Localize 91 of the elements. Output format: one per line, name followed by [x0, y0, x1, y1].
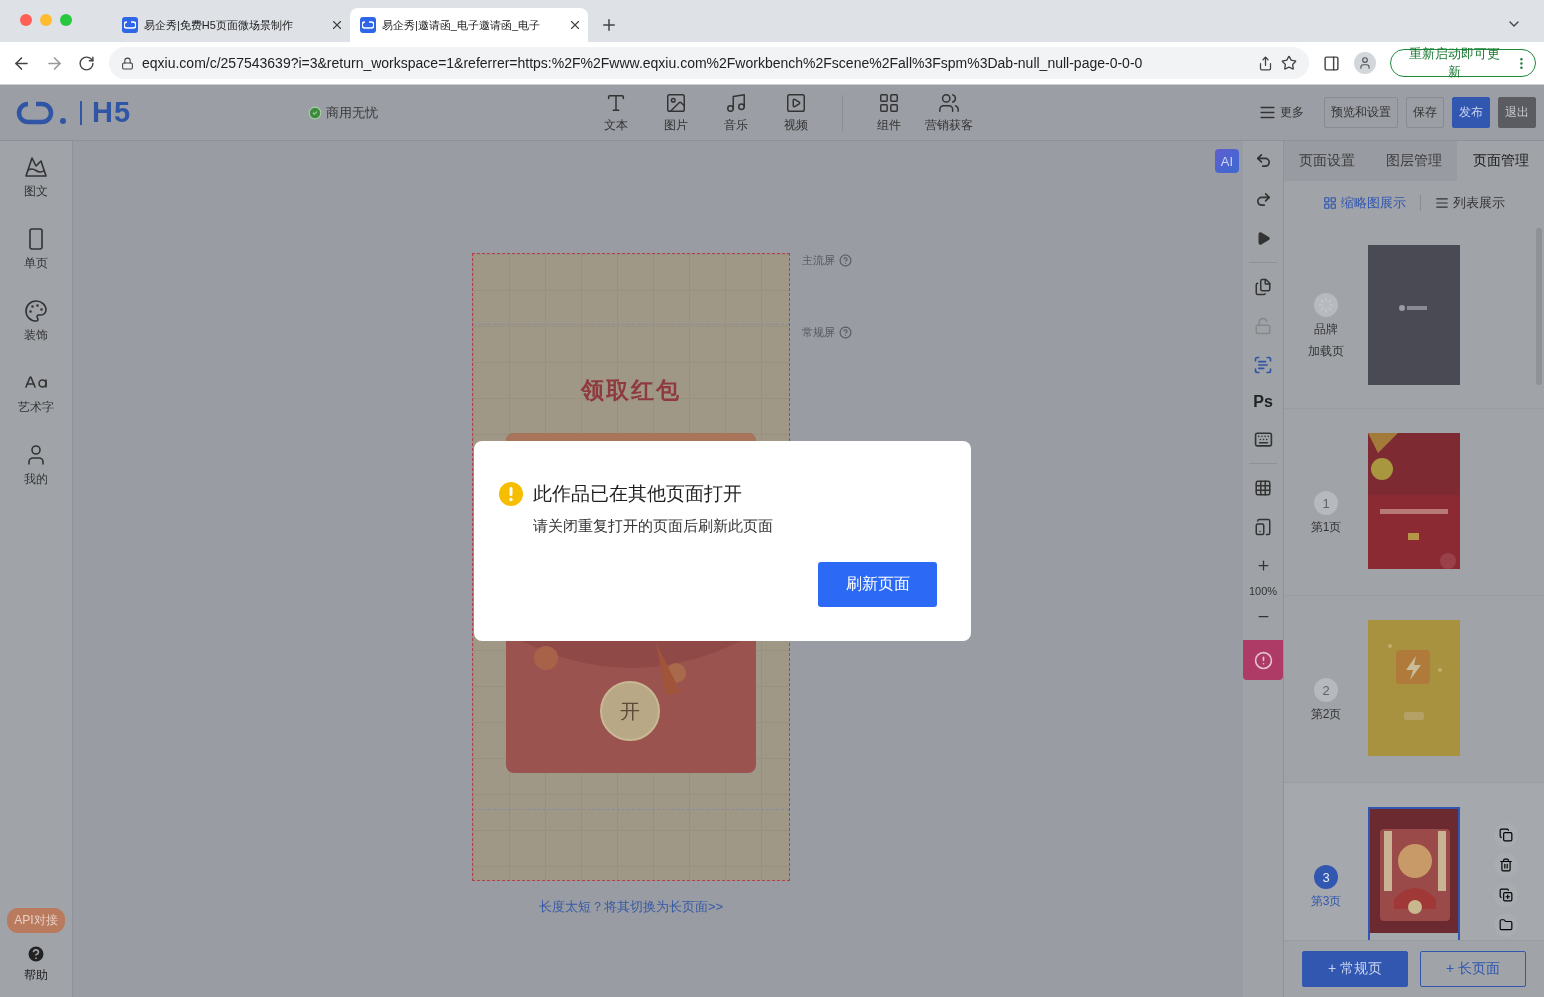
trash-icon [1499, 858, 1513, 872]
sidebar-item[interactable]: 艺术字 [0, 371, 72, 443]
folder-icon [1499, 918, 1513, 932]
new-tab-icon[interactable] [600, 16, 618, 34]
logo-text: H5 [92, 96, 132, 129]
duplicate-button[interactable] [1494, 883, 1518, 907]
duplicate-icon [1499, 888, 1513, 902]
tab-title: 易企秀|邀请函_电子邀请函_电子 [382, 17, 542, 33]
update-button[interactable]: 重新启动即可更新 [1390, 49, 1536, 77]
video-icon [785, 91, 807, 114]
sidebar-item[interactable]: 图文 [0, 155, 72, 227]
toolbar-button[interactable]: 文本 [586, 87, 646, 138]
screen-label: 主流屏 [802, 253, 835, 268]
panel-tab[interactable]: 图层管理 [1370, 141, 1458, 181]
toolbar-button[interactable]: 音乐 [706, 87, 766, 138]
music-icon [725, 91, 747, 114]
page-label: 加载页 [1308, 342, 1344, 360]
status-text: 商用无忧 [326, 103, 378, 122]
help-icon [26, 944, 46, 964]
page-number: 2 [1314, 678, 1338, 702]
users-icon [938, 91, 960, 114]
page-row[interactable]: 2 第2页 [1284, 596, 1544, 783]
page-row[interactable]: 3 第3页 [1284, 783, 1544, 940]
more-button[interactable]: 更多 [1253, 103, 1310, 122]
panel-tab[interactable]: 页面管理 [1457, 141, 1544, 181]
grid-icon [878, 91, 900, 114]
page-number: 1 [1314, 491, 1338, 515]
page-label: 第2页 [1310, 706, 1342, 723]
zoom-level: 100% [1248, 585, 1278, 597]
page-number: 3 [1314, 865, 1338, 889]
image-icon [665, 91, 687, 114]
page-label: 第1页 [1310, 519, 1342, 536]
loading-icon [1314, 292, 1338, 317]
tab-title: 易企秀|免费H5页面微场景制作 [144, 17, 294, 33]
toolbar-button[interactable]: 组件 [859, 87, 919, 138]
star-icon[interactable] [1281, 55, 1298, 71]
help-button[interactable]: 帮助 [18, 943, 54, 985]
ps-button[interactable]: Ps [1243, 384, 1283, 420]
header-action-button[interactable]: 保存 [1406, 97, 1444, 128]
ai-button[interactable]: AI [1215, 149, 1239, 173]
header-action-button[interactable]: 发布 [1452, 97, 1490, 128]
sidebar-item[interactable]: 我的 [0, 443, 72, 515]
toolbar-button[interactable]: 图片 [646, 87, 706, 138]
header-action-button[interactable]: 预览和设置 [1324, 97, 1398, 128]
delete-button[interactable] [1494, 853, 1518, 877]
toolbar-button[interactable]: 视频 [766, 87, 826, 138]
folder-button[interactable] [1494, 913, 1518, 937]
side-panel-icon[interactable] [1323, 54, 1341, 72]
refresh-button[interactable]: 刷新页面 [818, 562, 937, 607]
page-label: 品牌 [1314, 320, 1338, 338]
menu-icon [1259, 104, 1276, 121]
alert-button[interactable] [1243, 640, 1283, 680]
panel-tab[interactable]: 页面设置 [1284, 141, 1371, 181]
copy-icon [1499, 828, 1513, 842]
address-bar[interactable]: eqxiu.com/c/257543639?i=3&return_workspace=1&referrer=https:%2F%2Fwww.eqxiu.com%2Fworkbench%2Fscene%2Fall%3Fspm%3Dab-null_null-page-0-0-0 [109, 47, 1310, 79]
sidebar-item[interactable]: 单页 [0, 227, 72, 299]
switch-link[interactable]: 长度太短？将其切换为长页面>> [472, 898, 790, 916]
check-icon [308, 105, 322, 120]
lock-icon [121, 56, 134, 70]
share-icon[interactable] [1258, 55, 1274, 71]
close-icon[interactable] [568, 18, 582, 32]
page-row[interactable]: 品牌 加载页 [1284, 225, 1544, 409]
alert-icon [1253, 650, 1273, 670]
sidebar-item[interactable]: 装饰 [0, 299, 72, 371]
close-icon[interactable] [330, 18, 344, 32]
add-page-button[interactable]: + 常规页 [1302, 951, 1408, 987]
page-row[interactable]: 1 第1页 [1284, 409, 1544, 596]
view-toggle[interactable]: 缩略图展示 [1323, 194, 1406, 212]
page-label: 第3页 [1310, 893, 1342, 910]
page-title: 领取红包 [581, 375, 681, 405]
reload-icon[interactable] [78, 54, 95, 72]
warning-icon [499, 482, 523, 506]
url-text: eqxiu.com/c/257543639?i=3&return_workspace=1&referrer=https:%2F%2Fwww.eqxiu.com%2Fworkbench%2Fscene%2Fall%3Fspm%3Dab-null_null-page-0-0-0 [142, 55, 1144, 71]
dialog-title: 此作品已在其他页面打开 [533, 482, 742, 506]
help-icon [839, 254, 852, 267]
list-icon [1435, 196, 1449, 210]
browser-tab[interactable]: 易企秀|免费H5页面微场景制作 [112, 8, 350, 42]
view-toggle[interactable]: 列表展示 [1435, 194, 1505, 212]
mountain-icon [24, 155, 48, 179]
palette-icon [24, 299, 48, 323]
add-page-button[interactable]: + 长页面 [1420, 951, 1526, 987]
grid-icon [1323, 196, 1337, 210]
toolbar-button[interactable]: 营销获客 [919, 87, 979, 138]
site-logo-icon [360, 17, 376, 33]
header-action-button[interactable]: 退出 [1498, 97, 1536, 128]
avatar-icon[interactable] [1354, 52, 1377, 74]
help-icon [839, 326, 852, 339]
site-logo-icon [122, 17, 138, 33]
dialog-message: 请关闭重复打开的页面后刷新此页面 [533, 517, 774, 536]
copy-button[interactable] [1494, 823, 1518, 847]
browser-tab[interactable]: 易企秀|邀请函_电子邀请函_电子 [350, 8, 588, 42]
